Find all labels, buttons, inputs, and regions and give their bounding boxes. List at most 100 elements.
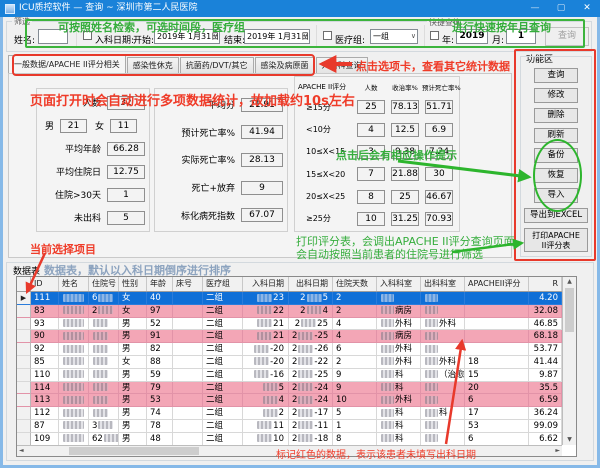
column-header[interactable]: R [529, 277, 562, 291]
redacted-data [381, 306, 394, 314]
stat-row: 死亡+放弃9 [159, 181, 283, 195]
horizontal-scroll-thumb[interactable] [69, 447, 199, 455]
maximize-button-icon[interactable]: ▢ [548, 0, 574, 17]
table-cell [465, 292, 529, 305]
apache-value: 12.5 [391, 123, 419, 137]
row-selector[interactable] [17, 305, 31, 318]
row-selector[interactable] [17, 369, 31, 382]
table-row[interactable]: 85女88二组-202-222外科外科1841.44 [17, 356, 563, 369]
table-cell: 女 [119, 292, 147, 305]
column-header[interactable]: 医疗组 [203, 277, 243, 291]
table-row[interactable]: 90男91二组212-254病房68.18 [17, 330, 563, 343]
table-cell [89, 382, 119, 395]
table-cell: -20 [243, 356, 289, 369]
column-header[interactable]: 姓名 [59, 277, 89, 291]
redacted-data [93, 383, 108, 391]
table-cell: 24 [289, 305, 333, 318]
column-header[interactable]: ID [31, 277, 59, 291]
row-selector[interactable] [17, 420, 31, 433]
apache-row-label: <10分 [298, 124, 354, 135]
redacted-data [263, 409, 278, 417]
table-cell: 男 [119, 394, 147, 407]
row-selector[interactable] [17, 343, 31, 356]
table-row[interactable]: 10962男48二组102-188科66.62 [17, 433, 563, 446]
redacted-data [93, 370, 108, 378]
column-header[interactable]: 入科科室 [377, 277, 421, 291]
redacted-data [63, 396, 84, 404]
row-selector[interactable] [17, 356, 31, 369]
table-cell [465, 343, 529, 356]
table-cell: 科 [421, 407, 465, 420]
table-cell [421, 305, 465, 318]
redacted-data [63, 306, 84, 314]
redacted-data [93, 396, 108, 404]
table-row[interactable]: 112男74二组22-175科科1736.24 [17, 407, 563, 420]
table-cell [377, 292, 421, 305]
column-header[interactable]: 性别 [119, 277, 147, 291]
apache-value: 25 [391, 190, 419, 204]
redacted-data [381, 421, 394, 429]
table-cell: 8 [333, 433, 377, 446]
row-selector[interactable]: ▶ [17, 292, 31, 305]
scroll-right-icon[interactable]: ► [555, 446, 560, 456]
table-cell [465, 318, 529, 331]
table-row[interactable]: 114男79二组52-249科2035.5 [17, 382, 563, 395]
apache-value: 51.71 [425, 100, 453, 114]
column-header[interactable]: 入科日期 [243, 277, 289, 291]
scroll-down-icon[interactable]: ▼ [563, 435, 576, 445]
table-cell [421, 343, 465, 356]
apache-value: 6.9 [425, 123, 453, 137]
table-cell: 9 [333, 382, 377, 395]
row-selector[interactable] [17, 394, 31, 407]
table-cell [173, 420, 203, 433]
row-selector[interactable] [17, 330, 31, 343]
vertical-scroll-thumb[interactable] [565, 288, 574, 332]
table-cell [89, 369, 119, 382]
column-header[interactable]: 床号 [173, 277, 203, 291]
table-cell [173, 292, 203, 305]
close-button-icon[interactable]: ✕ [574, 0, 600, 17]
redacted-data [307, 306, 322, 314]
table-row[interactable]: 873男78二组112-111科5399.09 [17, 420, 563, 433]
redacted-data [425, 409, 438, 417]
table-row[interactable]: 113男53二组42-2410外科66.59 [17, 394, 563, 407]
table-cell: 2 [333, 356, 377, 369]
table-cell: 9 [333, 369, 377, 382]
row-selector[interactable] [17, 382, 31, 395]
row-selector[interactable] [17, 318, 31, 331]
column-header[interactable]: 住院天数 [333, 277, 377, 291]
redacted-data [381, 319, 394, 327]
stat-row: 标化病死指数67.07 [159, 208, 283, 222]
tabs-annotation-box [12, 54, 315, 76]
column-header[interactable]: 住院号 [89, 277, 119, 291]
column-header[interactable]: 年龄 [147, 277, 173, 291]
redacted-data [425, 306, 438, 314]
table-cell [59, 292, 89, 305]
vertical-scrollbar[interactable]: ▲ ▼ [562, 277, 576, 445]
table-cell: 91 [147, 330, 173, 343]
apache-value: 7 [357, 167, 385, 181]
column-header[interactable]: 出科日期 [289, 277, 333, 291]
column-header[interactable]: APACHEII评分 [465, 277, 529, 291]
row-selector[interactable] [17, 407, 31, 420]
row-selector[interactable] [17, 433, 31, 446]
table-cell: 40 [147, 292, 173, 305]
table-cell [173, 369, 203, 382]
apache-value: 78.13 [391, 100, 419, 114]
stat-value: 12.75 [107, 165, 145, 179]
table-cell [421, 420, 465, 433]
minimize-button-icon[interactable]: — [522, 0, 548, 17]
table-row[interactable]: 92男82二组-202-266外科53.77 [17, 343, 563, 356]
table-cell [173, 356, 203, 369]
scroll-up-icon[interactable]: ▲ [563, 277, 576, 287]
redacted-data [254, 345, 269, 353]
column-header[interactable]: 出科科室 [421, 277, 465, 291]
scroll-left-icon[interactable]: ◄ [19, 446, 24, 456]
stat-value: 9 [241, 181, 283, 195]
table-cell: 15 [465, 369, 529, 382]
table-row[interactable]: 93男52二组212254外科外科46.85 [17, 318, 563, 331]
table-row[interactable]: 110男59二组-162-259科（治愈）159.87 [17, 369, 563, 382]
table-row[interactable]: 832女97二组22242病房32.08 [17, 305, 563, 318]
stat-row: 平均年龄66.28 [41, 142, 145, 156]
table-row[interactable]: ▶1116女40二组232524.20 [17, 292, 563, 305]
